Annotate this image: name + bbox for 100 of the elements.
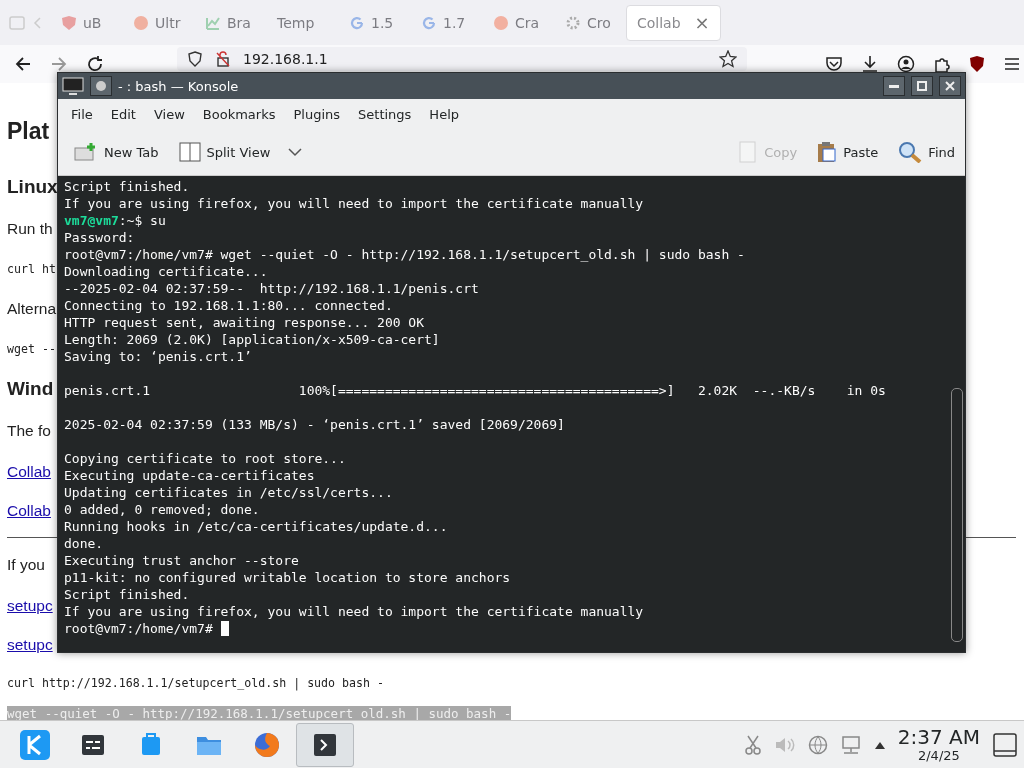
toolbar-button[interactable]: Split View (176, 140, 273, 164)
browser-tab[interactable]: Bra (194, 4, 262, 41)
menu-item[interactable]: Bookmarks (193, 102, 285, 126)
browser-tab[interactable]: Ultr (122, 4, 190, 41)
menu-item[interactable]: View (144, 102, 194, 126)
scrollbar-thumb[interactable] (951, 388, 963, 642)
terminal-line: Running hooks in /etc/ca-certificates/update.d... (64, 518, 448, 535)
back-icon (14, 55, 32, 73)
taskbar-button[interactable] (296, 722, 354, 767)
search-icon (898, 141, 923, 163)
shield-icon (61, 14, 77, 31)
paragraph: If you (7, 556, 45, 574)
terminal-line: Saving to: ‘penis.crt.1’ (64, 348, 252, 365)
paragraph: Run th (7, 220, 53, 238)
terminal-line: Executing trust anchor --store (64, 552, 299, 569)
terminal-line: If you are using firefox, you will need to import the certificate manually (64, 603, 644, 620)
menu-item[interactable]: Edit (101, 102, 145, 126)
code-line: curl ht (7, 262, 56, 276)
section-heading: Linux (7, 176, 58, 198)
account-icon (897, 55, 915, 73)
close-icon (945, 81, 955, 91)
browser-tab[interactable]: Cro (554, 4, 622, 41)
maximize-icon (917, 81, 927, 91)
address-bar[interactable]: 192.168.1.1 (177, 47, 747, 71)
sidebar-icon (8, 13, 26, 32)
firefox-icon (254, 731, 280, 758)
browser-tab[interactable]: Collab × (626, 4, 721, 41)
page-heading: Plat (7, 117, 50, 145)
code-line: curl http://192.168.1.1/setupcert_old.sh | sudo bash - (7, 676, 384, 690)
terminal-icon (313, 732, 337, 757)
toolbar-button[interactable]: Paste (815, 139, 881, 165)
menu-item[interactable]: Plugins (284, 102, 350, 126)
copy-icon (738, 141, 759, 163)
terminal-line: Executing update-ca-certificates (64, 467, 315, 484)
pocket-icon (825, 55, 843, 73)
terminal-line: Downloading certificate... (64, 263, 268, 280)
kde-logo-icon (19, 728, 51, 761)
toolbar-button[interactable]: New Tab (72, 140, 161, 164)
bookmark-star-icon (719, 50, 737, 68)
menu-icon (1003, 55, 1021, 73)
browser-tab[interactable]: Temp (266, 4, 334, 41)
clipboard-icon (817, 141, 838, 163)
terminal-line: Copying certificate to root store... (64, 450, 346, 467)
insecure-lock-icon (215, 51, 231, 67)
close-icon[interactable]: × (694, 12, 710, 33)
forward-icon (50, 55, 68, 73)
network-icon (839, 734, 862, 755)
scissors-icon (743, 734, 762, 755)
menu-item[interactable]: Settings (349, 102, 421, 126)
page-link[interactable]: Collab (7, 462, 51, 481)
google-icon (421, 14, 437, 31)
section-heading: Wind (7, 378, 54, 400)
paragraph: The fo (7, 422, 51, 440)
terminal-line: HTTP request sent, awaiting response... 200 OK (64, 314, 425, 331)
page-link[interactable]: setupc (7, 596, 53, 615)
window-title: - : bash — Konsole (118, 78, 239, 94)
app-store-icon (140, 732, 162, 757)
terminal-line: 2025-02-04 02:37:59 (133 MB/s) - ‘penis.crt.1’ saved [2069/2069] (64, 416, 565, 433)
page-link[interactable]: setupc (7, 635, 53, 654)
system-monitor-icon (81, 732, 105, 757)
menu-item[interactable]: File (62, 102, 102, 126)
menu-item[interactable]: Help (420, 102, 468, 126)
browser-tab[interactable]: Cra (482, 4, 550, 41)
browser-tab[interactable]: uB (50, 4, 118, 41)
terminal-line: --2025-02-04 02:37:59-- http://192.168.1.1/penis.crt (64, 280, 479, 297)
page-link[interactable]: Collab (7, 501, 51, 520)
terminal-line: root@vm7:/home/vm7# wget --quiet -O - http://192.168.1.1/setupcert_old.sh | sudo bash - (64, 246, 745, 263)
minimize-button[interactable] (883, 76, 905, 96)
terminal-line: p11-kit: no configured writable location to store anchors (64, 569, 511, 586)
browser-tab[interactable]: 1.7 (410, 4, 478, 41)
show-desktop-icon (992, 731, 1018, 758)
terminal-line: root@vm7:/home/vm7# (64, 620, 214, 637)
volume-icon (773, 735, 796, 754)
terminal-line: penis.crt.1 100%[=========================================>] 2.02K --.-KB/s in 0s (64, 382, 886, 399)
clock[interactable]: 2:37 AM 2/4/25 (885, 726, 992, 763)
close-button[interactable] (939, 76, 961, 96)
clock-time: 2:37 AM (897, 726, 980, 748)
terminal-line: Script finished. (64, 586, 190, 603)
reload-icon (86, 55, 104, 73)
circle-icon (95, 80, 107, 92)
gear-icon (565, 14, 581, 31)
download-icon (861, 55, 879, 73)
terminal-line: Length: 2069 (2.0K) [application/x-x509-ca-cert] (64, 331, 440, 348)
maximize-button[interactable] (911, 76, 933, 96)
split-view-icon (178, 142, 201, 162)
terminal-line: Connecting to 192.168.1.1:80... connected. (64, 297, 393, 314)
terminal-line: vm7@vm7:~$ su (64, 212, 166, 229)
terminal-line: done. (64, 535, 104, 552)
pin-button[interactable] (90, 76, 112, 96)
code-line: wget -- (7, 342, 56, 356)
extension-icon (933, 55, 951, 73)
chevron-down-icon (288, 147, 303, 157)
terminal-line: If you are using firefox, you will need to import the certificate manually (64, 195, 644, 212)
paragraph: Alterna (7, 300, 57, 318)
terminal-line: 0 added, 0 removed; done. (64, 501, 260, 518)
toolbar-button[interactable]: Find (896, 139, 957, 165)
monitor-icon (62, 77, 84, 95)
clock-date: 2/4/25 (917, 748, 960, 763)
google-icon (349, 14, 365, 31)
browser-tab[interactable]: 1.5 (338, 4, 406, 41)
